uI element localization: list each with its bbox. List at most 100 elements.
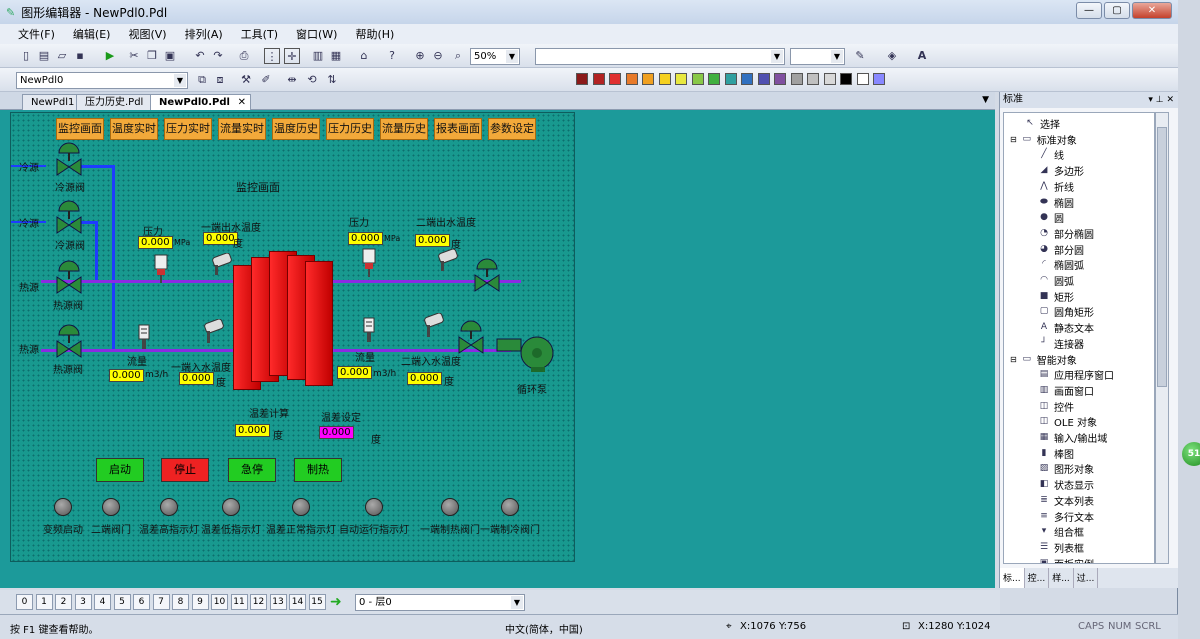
page-button-7[interactable]: 7 xyxy=(152,594,170,610)
panel-tab-3[interactable]: 过... xyxy=(1074,568,1099,588)
fill-color-icon[interactable]: ◈ xyxy=(884,48,900,64)
tree-item-2[interactable]: ╱ 线 xyxy=(1038,147,1064,162)
tree-item-12[interactable]: ▢ 圆角矩形 xyxy=(1038,304,1094,319)
nav-button-2[interactable]: 压力实时 xyxy=(164,118,212,140)
font-size-select[interactable]: ▼ xyxy=(790,48,845,65)
tree-item-27[interactable]: ☰ 列表框 xyxy=(1038,540,1084,555)
panel-tab-0[interactable]: 标... xyxy=(1000,568,1025,588)
cut-icon[interactable]: ✂ xyxy=(126,48,142,64)
menu-item-6[interactable]: 帮助(H) xyxy=(355,26,394,42)
run-icon[interactable]: ▶ xyxy=(102,48,118,64)
color-swatch-8[interactable] xyxy=(708,73,720,85)
close-button[interactable]: ✕ xyxy=(1132,2,1172,19)
side-badge[interactable]: 51 xyxy=(1182,442,1200,466)
tree-item-24[interactable]: ≣ 文本列表 xyxy=(1038,493,1094,508)
pen-icon[interactable]: ✐ xyxy=(258,72,274,88)
print-icon[interactable]: ⎙ xyxy=(236,48,252,64)
page-button-15[interactable]: 15 xyxy=(308,594,326,610)
page-button-3[interactable]: 3 xyxy=(74,594,92,610)
properties-icon[interactable]: ▥ xyxy=(310,48,326,64)
layer-select[interactable]: 0 - 层0 ▼ xyxy=(355,594,525,611)
temp-sensor-1-icon[interactable] xyxy=(205,253,235,277)
menu-item-1[interactable]: 编辑(E) xyxy=(73,26,111,42)
panel-tab-1[interactable]: 控... xyxy=(1025,568,1050,588)
zoom-select[interactable]: 50% ▼ xyxy=(470,48,520,65)
tree-expander-icon[interactable]: ⊟ xyxy=(1010,355,1017,364)
tree-item-13[interactable]: A 静态文本 xyxy=(1038,320,1094,335)
tree-item-21[interactable]: ▮ 棒图 xyxy=(1038,446,1074,461)
temp-sensor-3-icon[interactable] xyxy=(197,319,227,343)
cold-valve-1-icon[interactable] xyxy=(55,141,83,177)
tree-item-9[interactable]: ◜ 椭圆弧 xyxy=(1038,257,1084,272)
flow-meter-2-icon[interactable] xyxy=(361,316,377,342)
open-icon[interactable]: ▱ xyxy=(54,48,70,64)
page-button-2[interactable]: 2 xyxy=(55,594,72,610)
menu-item-2[interactable]: 视图(V) xyxy=(128,26,166,42)
lock-icon[interactable]: ⌂ xyxy=(356,48,372,64)
color-swatch-5[interactable] xyxy=(658,73,671,85)
color-swatch-0[interactable] xyxy=(576,73,588,85)
group-icon[interactable]: ⧈ xyxy=(212,72,228,88)
page-button-4[interactable]: 4 xyxy=(94,594,111,610)
color-swatch-18[interactable] xyxy=(873,73,885,85)
tree-item-28[interactable]: ▣ 面板实例 xyxy=(1038,556,1094,563)
cold-valve-2-icon[interactable] xyxy=(55,199,83,235)
pressure-sensor-2-icon[interactable] xyxy=(361,247,377,277)
color-swatch-15[interactable] xyxy=(823,73,836,85)
zoom-out-icon[interactable]: ⊖ xyxy=(430,48,446,64)
pump-icon[interactable] xyxy=(495,333,563,373)
color-swatch-2[interactable] xyxy=(609,73,621,85)
color-swatch-3[interactable] xyxy=(625,73,638,85)
minimize-button[interactable]: — xyxy=(1076,2,1102,19)
tree-item-18[interactable]: ◫ 控件 xyxy=(1038,399,1074,414)
color-swatch-1[interactable] xyxy=(592,73,605,85)
line-color-icon[interactable]: ✎ xyxy=(852,48,868,64)
temp-sensor-4-icon[interactable] xyxy=(417,313,447,337)
control-button-3[interactable]: 制热 xyxy=(294,458,342,482)
tab-list-icon[interactable]: ▼ xyxy=(982,95,989,105)
nav-button-5[interactable]: 压力历史 xyxy=(326,118,374,140)
color-swatch-14[interactable] xyxy=(807,73,819,85)
tree-item-6[interactable]: ● 圆 xyxy=(1038,210,1064,225)
wand-icon[interactable]: ⚒ xyxy=(238,72,254,88)
new-icon[interactable]: ▯ xyxy=(18,48,34,64)
page-button-11[interactable]: 11 xyxy=(230,594,248,610)
undo-icon[interactable]: ↶ xyxy=(192,48,208,64)
page-button-0[interactable]: 0 xyxy=(16,594,33,610)
color-swatch-7[interactable] xyxy=(691,73,704,85)
tree-item-7[interactable]: ◔ 部分椭圆 xyxy=(1038,226,1094,241)
tree-item-8[interactable]: ◕ 部分圆 xyxy=(1038,242,1084,257)
snap-icon[interactable]: ✛ xyxy=(284,48,300,64)
menu-item-5[interactable]: 窗口(W) xyxy=(296,26,337,42)
nav-button-1[interactable]: 温度实时 xyxy=(110,118,158,140)
page-button-6[interactable]: 6 xyxy=(133,594,150,610)
color-swatch-16[interactable] xyxy=(840,73,852,85)
tab-close-icon[interactable]: ✕ xyxy=(238,95,246,110)
next-arrow-icon[interactable]: ➜ xyxy=(330,594,342,610)
color-swatch-11[interactable] xyxy=(757,73,770,85)
color-swatch-9[interactable] xyxy=(724,73,737,85)
control-button-2[interactable]: 急停 xyxy=(228,458,276,482)
tab-pressure-history[interactable]: 压力历史.Pdl xyxy=(76,94,153,110)
page-button-8[interactable]: 8 xyxy=(172,594,189,610)
color-swatch-6[interactable] xyxy=(675,73,687,85)
tree-scrollbar[interactable] xyxy=(1155,112,1169,564)
tree-item-15[interactable]: ⊟ ▭ 智能对象 xyxy=(1010,352,1077,367)
tree-item-20[interactable]: ▦ 输入/输出域 xyxy=(1038,430,1108,445)
tree-item-0[interactable]: ↖ 选择 xyxy=(1024,116,1060,131)
picture-document[interactable]: 监控画面 温度实时 压力实时 流量实时 温度历史 压力历史 流量历史 报表画面 参数设定 监控画… xyxy=(10,112,575,562)
temp-sensor-2-icon[interactable] xyxy=(431,249,461,273)
nav-button-8[interactable]: 参数设定 xyxy=(488,118,536,140)
font-select[interactable]: ▼ xyxy=(535,48,785,65)
tree-item-19[interactable]: ◫ OLE 对象 xyxy=(1038,414,1097,429)
help-pointer-icon[interactable]: ? xyxy=(384,48,400,64)
page-button-14[interactable]: 14 xyxy=(289,594,306,610)
page-button-13[interactable]: 13 xyxy=(269,594,287,610)
tree-item-11[interactable]: ■ 矩形 xyxy=(1038,289,1074,304)
tree-expander-icon[interactable]: ⊟ xyxy=(1010,135,1017,144)
editor-canvas[interactable]: 监控画面 温度实时 压力实时 流量实时 温度历史 压力历史 流量历史 报表画面 参数设定 监控画… xyxy=(0,110,995,588)
nav-button-3[interactable]: 流量实时 xyxy=(218,118,266,140)
secondary-valve-upper-icon[interactable] xyxy=(473,257,501,293)
nav-button-4[interactable]: 温度历史 xyxy=(272,118,320,140)
save-icon[interactable]: ▪ xyxy=(72,48,88,64)
